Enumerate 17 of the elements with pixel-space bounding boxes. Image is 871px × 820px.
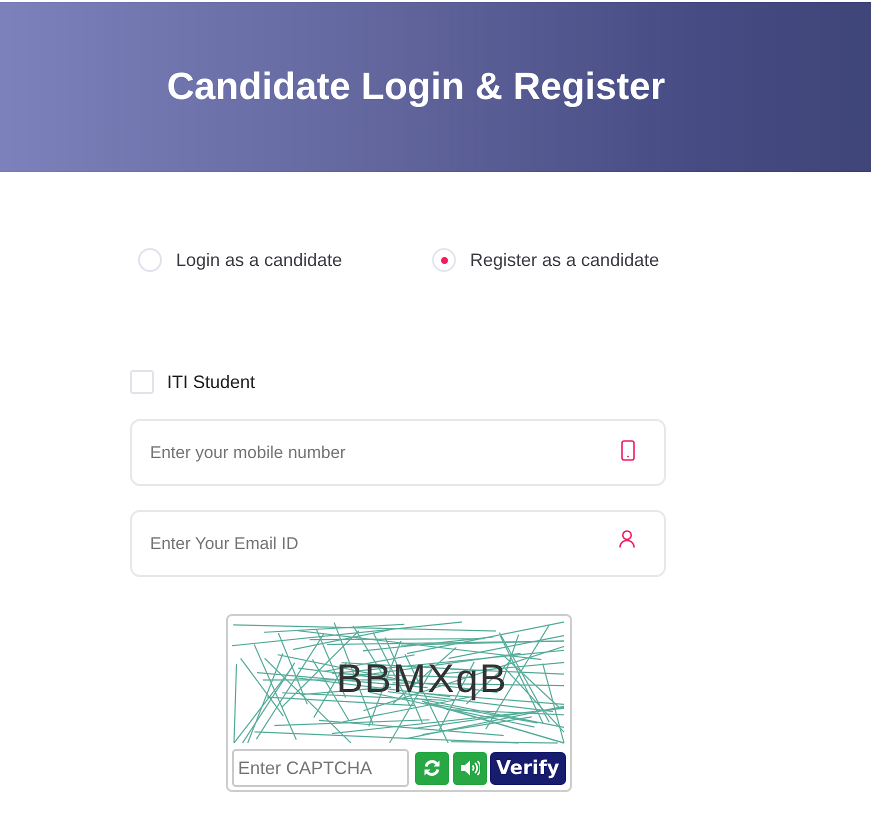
radio-button[interactable] <box>432 248 456 272</box>
mobile-field[interactable]: Enter your mobile number <box>130 419 666 486</box>
person-icon <box>619 530 635 548</box>
radio-label[interactable]: Register as a candidate <box>470 250 660 270</box>
phone-icon <box>621 440 635 461</box>
checkbox-label[interactable]: ITI Student <box>167 372 256 392</box>
audio-button[interactable] <box>452 752 487 784</box>
captcha-input[interactable]: Enter CAPTCHA <box>232 749 409 787</box>
checkbox[interactable] <box>130 370 154 394</box>
verify-button[interactable]: Verify <box>490 752 566 784</box>
speaker-icon <box>460 759 480 777</box>
email-field[interactable]: Enter Your Email ID <box>130 510 666 577</box>
refresh-button[interactable] <box>415 752 449 784</box>
refresh-icon <box>422 759 441 777</box>
radio-label[interactable]: Login as a candidate <box>176 250 342 270</box>
radio-button[interactable] <box>138 248 162 272</box>
page-title: Candidate Login & Register <box>166 66 666 108</box>
